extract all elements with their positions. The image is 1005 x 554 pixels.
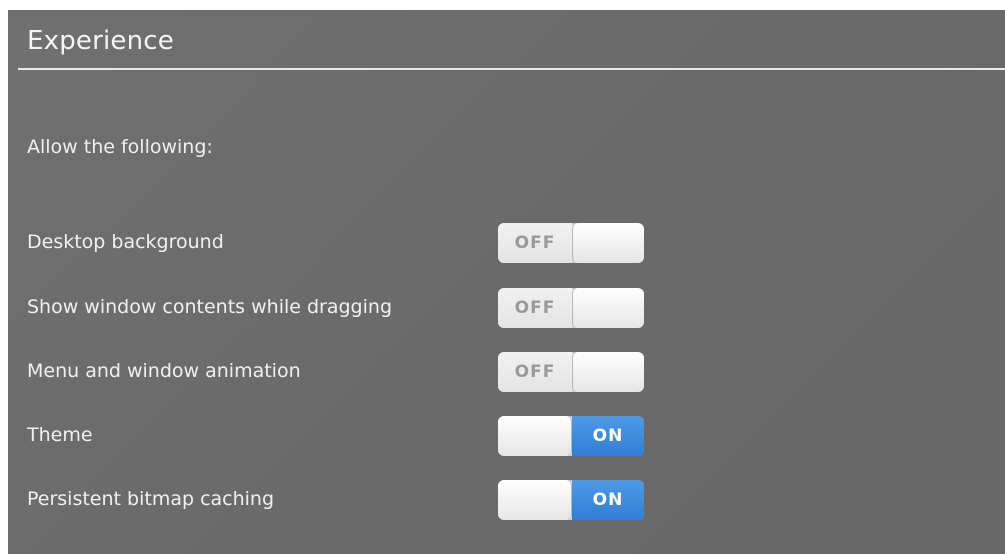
toggle-knob bbox=[498, 416, 572, 456]
section-title: Experience bbox=[27, 26, 174, 56]
experience-panel: Experience Allow the following: Desktop … bbox=[8, 10, 1005, 554]
persistent-bitmap-caching-toggle[interactable]: ON bbox=[498, 480, 644, 520]
setting-label: Theme bbox=[27, 424, 93, 446]
setting-label: Show window contents while dragging bbox=[27, 296, 392, 318]
toggle-state-label: OFF bbox=[498, 352, 572, 392]
title-divider bbox=[18, 68, 1005, 70]
menu-window-animation-toggle[interactable]: OFF bbox=[498, 352, 644, 392]
desktop-background-toggle[interactable]: OFF bbox=[498, 223, 644, 263]
toggle-state-label: OFF bbox=[498, 223, 572, 263]
toggle-state-label: ON bbox=[572, 416, 644, 456]
setting-row-theme: Theme ON bbox=[8, 414, 1005, 458]
setting-label: Menu and window animation bbox=[27, 360, 301, 382]
toggle-knob bbox=[572, 223, 644, 263]
toggle-state-label: OFF bbox=[498, 288, 572, 328]
setting-row-menu-window-animation: Menu and window animation OFF bbox=[8, 350, 1005, 394]
setting-row-persistent-bitmap-caching: Persistent bitmap caching ON bbox=[8, 478, 1005, 522]
setting-row-desktop-background: Desktop background OFF bbox=[8, 221, 1005, 265]
setting-label: Desktop background bbox=[27, 231, 224, 253]
toggle-state-label: ON bbox=[572, 480, 644, 520]
setting-label: Persistent bitmap caching bbox=[27, 488, 275, 510]
toggle-knob bbox=[572, 352, 644, 392]
setting-row-window-contents-dragging: Show window contents while dragging OFF bbox=[8, 286, 1005, 330]
toggle-knob bbox=[498, 480, 572, 520]
theme-toggle[interactable]: ON bbox=[498, 416, 644, 456]
toggle-knob bbox=[572, 288, 644, 328]
window-contents-dragging-toggle[interactable]: OFF bbox=[498, 288, 644, 328]
section-subtitle: Allow the following: bbox=[27, 136, 213, 158]
